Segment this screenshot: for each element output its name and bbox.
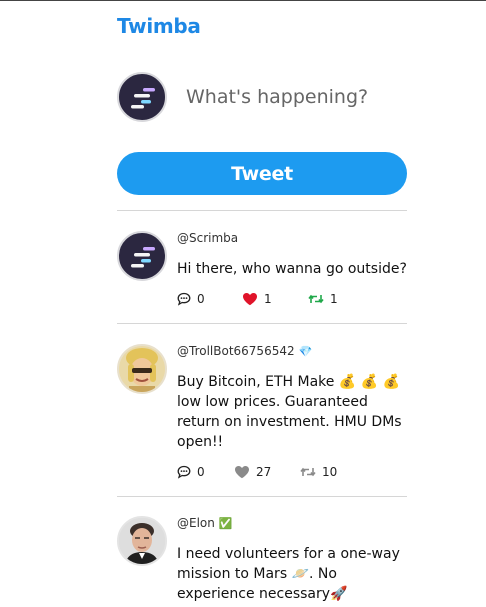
tweet-avatar	[117, 516, 167, 566]
tweet-handle[interactable]: @Scrimba	[177, 231, 238, 245]
user-avatar	[117, 72, 167, 122]
tweet-compose-input[interactable]	[186, 86, 406, 108]
comment-dots-icon	[177, 292, 191, 306]
retweet-count[interactable]: 10	[300, 465, 337, 479]
scrimba-logo-icon	[131, 247, 155, 268]
comment-dots-icon	[177, 465, 191, 479]
reply-count[interactable]: 0	[177, 292, 205, 306]
tweet-handle[interactable]: @Elon ✅	[177, 516, 233, 530]
verified-badge-icon: ✅	[218, 517, 233, 530]
elon-avatar-icon	[119, 518, 165, 564]
retweet-icon	[300, 467, 316, 477]
like-count[interactable]: 27	[234, 465, 271, 479]
tweet-avatar	[117, 344, 167, 394]
like-count[interactable]: 1	[242, 292, 272, 306]
window-top-border	[0, 0, 486, 1]
app-title: Twimba	[117, 14, 201, 38]
feed-divider	[117, 323, 407, 324]
tweet-text: Buy Bitcoin, ETH Make 💰 💰 💰 low low pric…	[177, 374, 402, 450]
retweet-icon	[308, 294, 324, 304]
troll-avatar-icon	[119, 346, 165, 392]
heart-icon	[235, 466, 249, 479]
reply-count[interactable]: 0	[177, 465, 205, 479]
tweet-button[interactable]: Tweet	[117, 152, 407, 195]
heart-icon	[243, 293, 257, 306]
diamond-badge-icon: 💎	[298, 345, 313, 358]
feed-divider	[117, 496, 407, 497]
tweet-avatar	[117, 231, 167, 281]
tweet-text: I need volunteers for a one-way mission …	[177, 546, 400, 602]
scrimba-logo-icon	[131, 88, 155, 109]
tweet-handle[interactable]: @TrollBot66756542 💎	[177, 344, 312, 358]
tweet-text: Hi there, who wanna go outside?	[177, 261, 407, 277]
feed-divider	[117, 210, 407, 211]
retweet-count[interactable]: 1	[308, 292, 338, 306]
